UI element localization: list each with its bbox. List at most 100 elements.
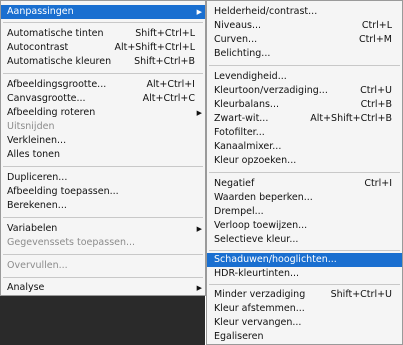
submenu-item-negatief[interactable]: Negatief Ctrl+I <box>207 177 402 191</box>
submenu-item-kleur-vervangen[interactable]: Kleur vervangen... <box>207 316 402 330</box>
menu-item-label: Kanaalmixer... <box>214 141 282 152</box>
menu-separator <box>3 73 203 74</box>
submenu-item-verloop-toewijzen[interactable]: Verloop toewijzen... <box>207 219 402 233</box>
menu-item-shortcut: Shift+Ctrl+U <box>330 289 392 300</box>
submenu-arrow-icon: ▶ <box>196 109 202 117</box>
menu-item-label: Overvullen... <box>7 260 68 271</box>
menu-item-label: Kleur opzoeken... <box>214 155 297 166</box>
submenu-item-kleur-afstemmen[interactable]: Kleur afstemmen... <box>207 302 402 316</box>
submenu-item-waarden-beperken[interactable]: Waarden beperken... <box>207 191 402 205</box>
menu-item-label: Kleurtoon/verzadiging... <box>214 85 328 96</box>
menu-item-shortcut: Alt+Ctrl+I <box>146 79 196 90</box>
submenu-item-helderheid-contrast[interactable]: Helderheid/contrast... <box>207 5 402 19</box>
menu-separator <box>209 284 400 285</box>
menu-item-label: Verloop toewijzen... <box>214 220 308 231</box>
menu-item-shortcut: Ctrl+M <box>358 34 392 45</box>
menu-separator <box>3 277 203 278</box>
menu-item-label: Kleurbalans... <box>214 99 279 110</box>
menu-item-label: Zwart-wit... <box>214 113 269 124</box>
menu-item-label: Canvasgrootte... <box>7 93 86 104</box>
menu-item-label: Afbeelding roteren <box>7 107 96 118</box>
menu-item-shortcut: Ctrl+I <box>364 178 392 189</box>
menu-item-label: Berekenen... <box>7 200 67 211</box>
menu-item-variabelen[interactable]: Variabelen ▶ <box>1 222 205 236</box>
menu-item-label: Curven... <box>214 34 258 45</box>
menu-item-label: Selectieve kleur... <box>214 234 299 245</box>
menu-item-label: Automatische kleuren <box>7 56 112 67</box>
menu-separator <box>3 22 203 23</box>
menu-item-shortcut: Shift+Ctrl+L <box>135 28 195 39</box>
submenu-item-egaliseren[interactable]: Egaliseren <box>207 330 402 344</box>
menu-item-shortcut: Ctrl+B <box>360 99 392 110</box>
menu-item-label: Verkleinen... <box>7 135 67 146</box>
menu-item-analyse[interactable]: Analyse ▶ <box>1 281 205 295</box>
submenu-arrow-icon: ▶ <box>196 225 202 233</box>
image-menu: Aanpassingen ▶ Automatische tinten Shift… <box>0 0 206 296</box>
menu-item-label: Schaduwen/hooglichten... <box>214 254 337 265</box>
menu-item-label: Negatief <box>214 178 255 189</box>
menu-item-label: Egaliseren <box>214 331 264 342</box>
canvas-background <box>0 296 205 345</box>
menu-item-shortcut: Shift+Ctrl+B <box>134 56 195 67</box>
menu-item-afbeelding-roteren[interactable]: Afbeelding roteren ▶ <box>1 106 205 120</box>
submenu-item-levendigheid[interactable]: Levendigheid... <box>207 70 402 84</box>
menu-item-label: Afbeelding toepassen... <box>7 186 119 197</box>
menu-item-aanpassingen[interactable]: Aanpassingen ▶ <box>1 5 205 19</box>
menu-item-label: Analyse <box>7 282 45 293</box>
menu-item-label: Dupliceren... <box>7 172 68 183</box>
submenu-item-schaduwen-hooglichten[interactable]: Schaduwen/hooglichten... <box>207 253 402 267</box>
menu-separator <box>209 65 400 66</box>
menu-item-shortcut: Ctrl+U <box>360 85 392 96</box>
menu-item-shortcut: Alt+Shift+Ctrl+L <box>114 42 195 53</box>
submenu-item-minder-verzadiging[interactable]: Minder verzadiging Shift+Ctrl+U <box>207 288 402 302</box>
menu-item-label: HDR-kleurtinten... <box>214 268 300 279</box>
menu-item-dupliceren[interactable]: Dupliceren... <box>1 171 205 185</box>
submenu-item-kanaalmixer[interactable]: Kanaalmixer... <box>207 140 402 154</box>
menu-item-alles-tonen[interactable]: Alles tonen <box>1 148 205 162</box>
menu-item-label: Kleur vervangen... <box>214 317 302 328</box>
menu-item-shortcut: Alt+Ctrl+C <box>142 93 195 104</box>
menu-item-label: Gegevenssets toepassen... <box>7 237 136 248</box>
submenu-item-belichting[interactable]: Belichting... <box>207 47 402 61</box>
submenu-item-fotofilter[interactable]: Fotofilter... <box>207 126 402 140</box>
menu-item-label: Variabelen <box>7 223 58 234</box>
menu-item-autocontrast[interactable]: Autocontrast Alt+Shift+Ctrl+L <box>1 41 205 55</box>
menu-item-gegevenssets-toepassen: Gegevenssets toepassen... <box>1 236 205 250</box>
menu-separator <box>3 217 203 218</box>
menu-item-afbeeldingsgrootte[interactable]: Afbeeldingsgrootte... Alt+Ctrl+I <box>1 78 205 92</box>
submenu-item-zwart-wit[interactable]: Zwart-wit... Alt+Shift+Ctrl+B <box>207 112 402 126</box>
submenu-item-kleurbalans[interactable]: Kleurbalans... Ctrl+B <box>207 98 402 112</box>
menu-item-shortcut: Ctrl+L <box>361 20 392 31</box>
menu-separator <box>3 166 203 167</box>
submenu-item-selectieve-kleur[interactable]: Selectieve kleur... <box>207 233 402 247</box>
submenu-arrow-icon: ▶ <box>196 8 202 16</box>
menu-item-uitsnijden: Uitsnijden <box>1 120 205 134</box>
menu-item-verkleinen[interactable]: Verkleinen... <box>1 134 205 148</box>
menu-item-label: Waarden beperken... <box>214 192 313 203</box>
submenu-item-kleur-opzoeken[interactable]: Kleur opzoeken... <box>207 154 402 168</box>
menu-separator <box>3 254 203 255</box>
menu-item-label: Belichting... <box>214 48 271 59</box>
menu-item-automatische-kleuren[interactable]: Automatische kleuren Shift+Ctrl+B <box>1 55 205 69</box>
submenu-item-drempel[interactable]: Drempel... <box>207 205 402 219</box>
menu-item-berekenen[interactable]: Berekenen... <box>1 199 205 213</box>
menu-item-overvullen: Overvullen... <box>1 259 205 273</box>
menu-item-label: Afbeeldingsgrootte... <box>7 79 107 90</box>
menu-item-label: Niveaus... <box>214 20 262 31</box>
menu-item-label: Uitsnijden <box>7 121 55 132</box>
menu-separator <box>209 250 400 251</box>
menu-item-label: Automatische tinten <box>7 28 104 39</box>
submenu-arrow-icon: ▶ <box>196 284 202 292</box>
menu-item-shortcut: Alt+Shift+Ctrl+B <box>310 113 392 124</box>
menu-item-automatische-tinten[interactable]: Automatische tinten Shift+Ctrl+L <box>1 27 205 41</box>
menu-item-label: Helderheid/contrast... <box>214 6 318 17</box>
submenu-item-niveaus[interactable]: Niveaus... Ctrl+L <box>207 19 402 33</box>
submenu-item-hdr-kleurtinten[interactable]: HDR-kleurtinten... <box>207 267 402 281</box>
menu-item-label: Aanpassingen <box>7 6 74 17</box>
submenu-item-curven[interactable]: Curven... Ctrl+M <box>207 33 402 47</box>
menu-item-canvasgrootte[interactable]: Canvasgrootte... Alt+Ctrl+C <box>1 92 205 106</box>
submenu-item-kleurtoon-verzadiging[interactable]: Kleurtoon/verzadiging... Ctrl+U <box>207 84 402 98</box>
menu-item-label: Drempel... <box>214 206 264 217</box>
adjustments-submenu: Helderheid/contrast... Niveaus... Ctrl+L… <box>206 0 403 345</box>
menu-item-afbeelding-toepassen[interactable]: Afbeelding toepassen... <box>1 185 205 199</box>
